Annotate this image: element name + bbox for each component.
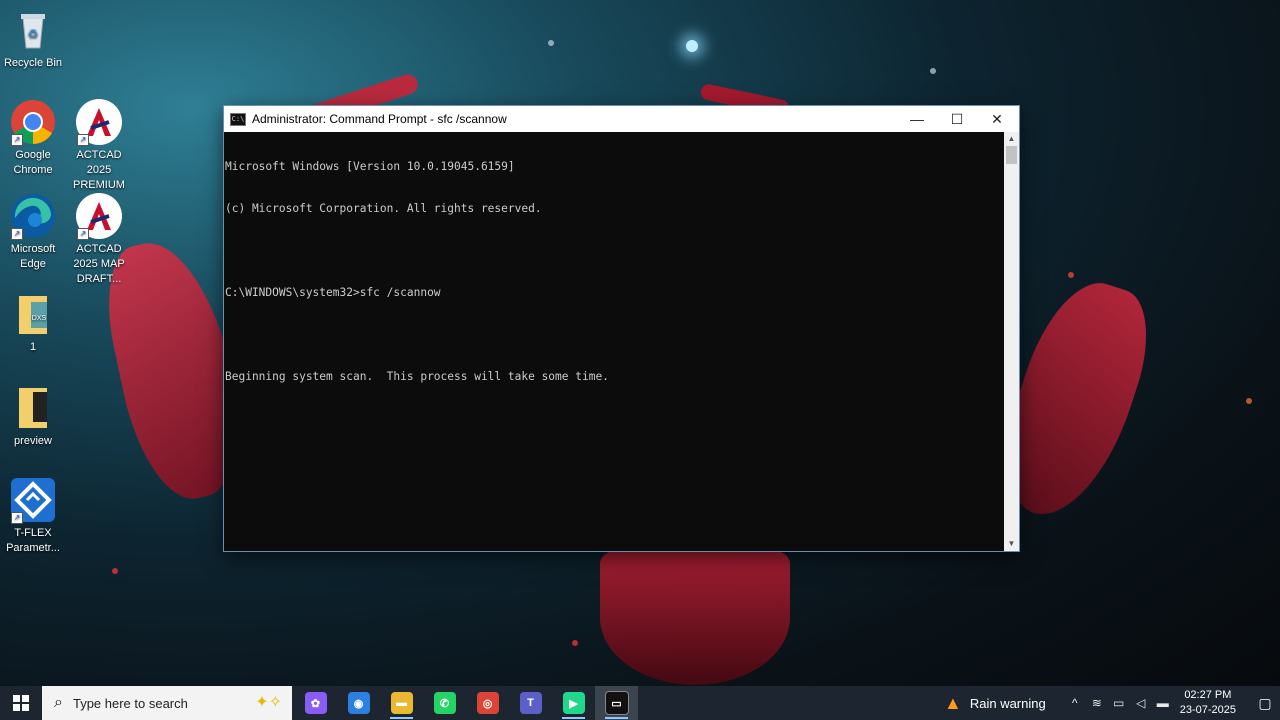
wallpaper-dot: [930, 68, 936, 74]
system-tray: ▲ Rain warning ^ ≋ ▭ ◁ ▬ 02:27 PM 23-07-…: [944, 686, 1280, 720]
taskbar-app-copilot[interactable]: ✿: [294, 686, 337, 720]
wallpaper-star: [686, 40, 698, 52]
network-icon[interactable]: ▭: [1108, 696, 1130, 710]
wifi-icon[interactable]: ≋: [1086, 696, 1108, 710]
command-prompt-window[interactable]: C:\ Administrator: Command Prompt - sfc …: [224, 106, 1019, 551]
desktop-icon-label: Recycle Bin: [3, 57, 63, 69]
start-button[interactable]: [0, 686, 42, 720]
taskbar-app-teams[interactable]: T: [509, 686, 552, 720]
desktop-icon-actcad-premium[interactable]: ↗ ACTCAD 2025 PREMIUM: [66, 98, 132, 193]
console-line: (c) Microsoft Corporation. All rights re…: [225, 202, 542, 215]
window-title: Administrator: Command Prompt - sfc /sca…: [252, 112, 507, 126]
edge-icon: ↗: [9, 192, 57, 240]
desktop-icon-tflex[interactable]: ↗ T-FLEX Parametr...: [0, 476, 66, 556]
recycle-bin-icon: ♻: [9, 6, 57, 54]
cmd-app-icon: C:\: [230, 112, 246, 126]
chrome-icon: ↗: [9, 98, 57, 146]
folder-icon: DXS: [9, 290, 57, 338]
weather-text: Rain warning: [969, 695, 1046, 711]
shortcut-arrow-icon: ↗: [77, 228, 89, 240]
svg-text:DXS: DXS: [32, 315, 47, 322]
desktop-icon-edge[interactable]: ↗ Microsoft Edge: [0, 192, 66, 272]
close-button[interactable]: ✕: [977, 106, 1017, 132]
desktop-icon-label: T-FLEX Parametr...: [6, 527, 60, 554]
desktop-icon-label: ACTCAD 2025 PREMIUM: [73, 149, 125, 191]
search-highlight-icon: ✦✧: [255, 694, 282, 711]
wallpaper-dot: [112, 568, 118, 574]
vertical-scrollbar[interactable]: ▲ ▼: [1004, 132, 1019, 551]
scroll-up-icon[interactable]: ▲: [1004, 132, 1019, 146]
shortcut-arrow-icon: ↗: [11, 512, 23, 524]
desktop-icon-label: Google Chrome: [13, 149, 53, 176]
search-icon: ⌕: [54, 694, 63, 711]
volume-icon[interactable]: ◁: [1130, 696, 1152, 710]
file-explorer-icon: ▬: [390, 692, 413, 714]
clock-time: 02:27 PM: [1184, 689, 1232, 701]
desktop-icon-recycle-bin[interactable]: ♻ Recycle Bin: [0, 6, 66, 71]
desktop-icon-actcad-map-draft[interactable]: ↗ ACTCAD 2025 MAP DRAFT...: [66, 192, 132, 287]
weather-warning-icon: ▲: [944, 692, 962, 713]
svg-text:♻: ♻: [28, 27, 39, 41]
shortcut-arrow-icon: ↗: [11, 134, 23, 146]
scroll-thumb[interactable]: [1006, 146, 1017, 164]
actcad-icon: ↗: [75, 98, 123, 146]
scroll-down-icon[interactable]: ▼: [1004, 537, 1019, 551]
pycharm-icon: ▶: [562, 692, 585, 714]
weather-widget[interactable]: ▲ Rain warning: [944, 693, 1046, 714]
chrome-icon: ◎: [476, 692, 499, 714]
taskbar-app-chrome[interactable]: ◎: [466, 686, 509, 720]
whatsapp-icon: ✆: [433, 692, 456, 714]
teams-icon: T: [519, 692, 542, 714]
wallpaper-dot: [1068, 272, 1074, 278]
screen-recorder-icon: ◉: [347, 692, 370, 714]
maximize-button[interactable]: ☐: [937, 106, 977, 132]
actcad-icon: ↗: [75, 192, 123, 240]
taskbar: ⌕ Type here to search ✦✧ ✿ ◉ ▬ ✆ ◎ T ▶ ▭ ▲ Rain…: [0, 686, 1280, 720]
taskbar-pinned-apps: ✿ ◉ ▬ ✆ ◎ T ▶ ▭: [294, 686, 638, 720]
taskbar-app-screen-recorder[interactable]: ◉: [337, 686, 380, 720]
taskbar-search-box[interactable]: ⌕ Type here to search ✦✧: [42, 686, 292, 720]
wallpaper-shape: [600, 550, 790, 685]
command-prompt-icon: ▭: [604, 691, 629, 715]
battery-icon[interactable]: ▬: [1152, 696, 1174, 710]
console-line: Beginning system scan. This process will…: [225, 370, 609, 383]
console-line: C:\WINDOWS\system32>sfc /scannow: [225, 286, 441, 299]
search-placeholder: Type here to search: [72, 695, 188, 711]
wallpaper-dot: [572, 640, 578, 646]
taskbar-app-pycharm[interactable]: ▶: [552, 686, 595, 720]
taskbar-app-file-explorer[interactable]: ▬: [380, 686, 423, 720]
desktop-icon-label: Microsoft Edge: [10, 243, 56, 270]
notification-icon[interactable]: ▢: [1250, 695, 1280, 712]
shortcut-arrow-icon: ↗: [11, 228, 23, 240]
shortcut-arrow-icon: ↗: [77, 134, 89, 146]
console-line: Microsoft Windows [Version 10.0.19045.61…: [225, 160, 515, 173]
console-output[interactable]: Microsoft Windows [Version 10.0.19045.61…: [224, 132, 1005, 551]
folder-icon: [9, 384, 57, 432]
clock-date: 23-07-2025: [1179, 704, 1236, 716]
taskbar-clock[interactable]: 02:27 PM 23-07-2025: [1180, 688, 1236, 718]
tflex-icon: ↗: [9, 476, 57, 524]
desktop-icon-label: ACTCAD 2025 MAP DRAFT...: [73, 243, 125, 285]
desktop-icon-preview[interactable]: preview: [0, 384, 66, 449]
desktop-icon-label: 1: [29, 341, 37, 353]
desktop-icon-label: preview: [14, 435, 52, 447]
copilot-icon: ✿: [304, 692, 327, 714]
taskbar-app-command-prompt[interactable]: ▭: [595, 686, 638, 720]
desktop-icon-folder-1[interactable]: DXS 1: [0, 290, 66, 355]
minimize-button[interactable]: —: [897, 106, 937, 132]
window-titlebar[interactable]: C:\ Administrator: Command Prompt - sfc …: [224, 106, 1019, 132]
chevron-up-icon[interactable]: ^: [1064, 696, 1086, 710]
wallpaper-dot: [548, 40, 554, 46]
taskbar-app-whatsapp[interactable]: ✆: [423, 686, 466, 720]
desktop-icon-chrome[interactable]: ↗ Google Chrome: [0, 98, 66, 178]
wallpaper-dot: [1246, 398, 1252, 404]
windows-logo-icon: [13, 695, 29, 711]
